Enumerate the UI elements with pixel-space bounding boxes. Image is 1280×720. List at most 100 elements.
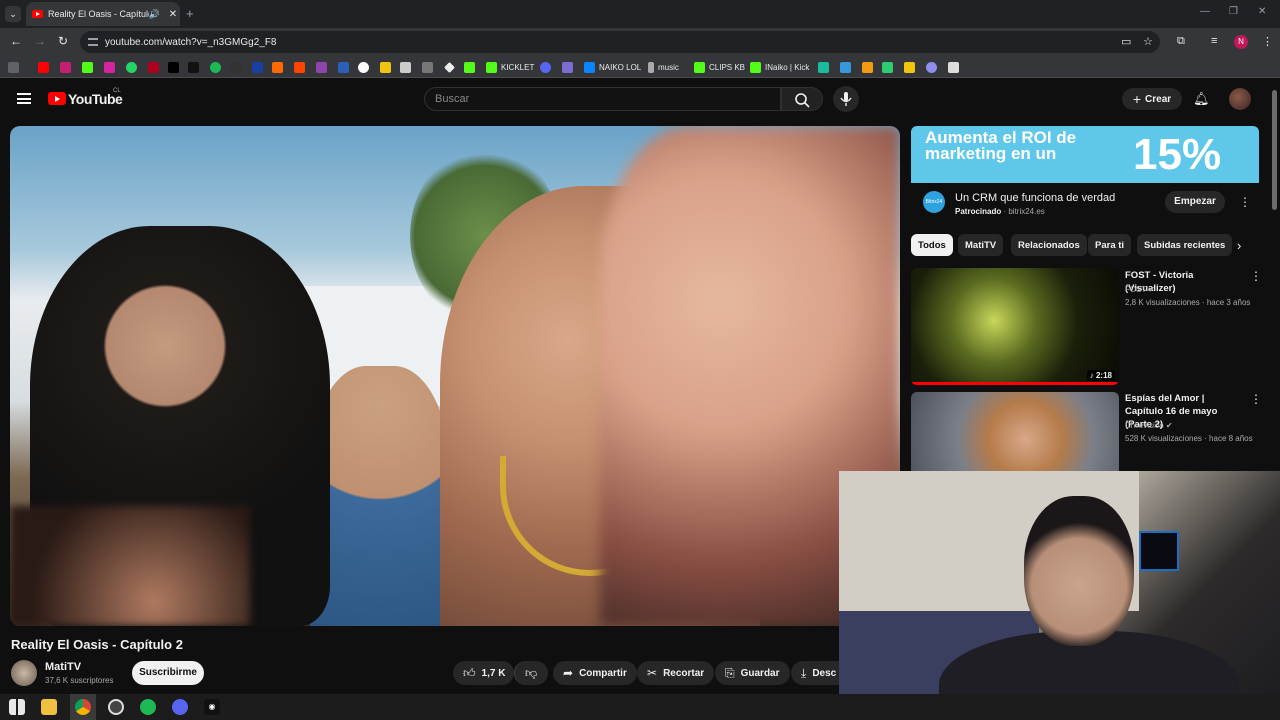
- ad-cta-button[interactable]: Empezar: [1165, 191, 1225, 213]
- browser-tab-active[interactable]: Reality El Oasis - Capítulo 2 🔊 ✕: [26, 2, 180, 26]
- recommendation-channel[interactable]: Chilevisión ✔︎: [1125, 421, 1173, 430]
- search-input[interactable]: Buscar: [424, 87, 781, 111]
- bookmark-youtube-icon[interactable]: [38, 60, 53, 74]
- cast-icon[interactable]: ▭: [1121, 35, 1131, 48]
- chevron-right-icon[interactable]: ›: [1237, 238, 1241, 253]
- bookmark-discord-icon[interactable]: [540, 60, 555, 74]
- create-button[interactable]: + Crear: [1122, 88, 1182, 110]
- chip-subidas-recientes[interactable]: Subidas recientes: [1137, 234, 1233, 256]
- back-icon[interactable]: ←: [10, 34, 22, 48]
- chrome-menu-icon[interactable]: ⋮: [1262, 35, 1273, 48]
- webcam-overlay: [839, 471, 1280, 720]
- bookmark-shield-icon[interactable]: [562, 60, 577, 74]
- reload-icon[interactable]: ↻: [58, 34, 68, 48]
- recommendation-thumbnail[interactable]: [911, 392, 1119, 471]
- bookmark-spiral-icon[interactable]: [926, 60, 941, 74]
- spotify-icon[interactable]: [140, 699, 156, 715]
- share-button[interactable]: ➦ Compartir: [553, 661, 637, 685]
- notifications-bell-icon[interactable]: 🔔︎: [1193, 91, 1210, 107]
- bookmark-twitch-icon[interactable]: [60, 60, 75, 74]
- bookmark-tiktok-icon[interactable]: [188, 60, 203, 74]
- bookmark-whatsapp-icon[interactable]: [126, 60, 141, 74]
- apps-icon[interactable]: [8, 60, 23, 74]
- chip-matitv[interactable]: MatiTV: [958, 234, 1004, 256]
- more-actions-icon[interactable]: ⋮: [1250, 392, 1262, 406]
- bookmark-green-icon[interactable]: [464, 60, 479, 74]
- chip-todos[interactable]: Todos: [911, 234, 953, 256]
- profile-avatar[interactable]: N: [1234, 35, 1248, 49]
- app-icon[interactable]: [108, 699, 124, 715]
- youtube-logo-icon[interactable]: [48, 92, 66, 105]
- bookmark-circle-icon[interactable]: [358, 60, 373, 74]
- file-explorer-icon[interactable]: [41, 699, 57, 715]
- forward-icon[interactable]: →: [34, 34, 46, 48]
- subscribe-button[interactable]: Suscribirme: [132, 661, 204, 685]
- ad-banner[interactable]: Aumenta el ROI de marketing en un 15%: [911, 126, 1259, 183]
- menu-icon[interactable]: [17, 93, 31, 104]
- obs-icon[interactable]: ◉: [204, 699, 220, 715]
- bookmark-clips-kb[interactable]: CLIPS KB: [694, 60, 745, 74]
- bookmark-s-icon[interactable]: [230, 60, 245, 74]
- more-actions-icon[interactable]: ⋮: [1250, 269, 1262, 283]
- bookmark-orange-icon[interactable]: [272, 60, 287, 74]
- bookmark-u-icon[interactable]: [904, 60, 919, 74]
- bookmark-kicklet[interactable]: KICKLET: [486, 60, 534, 74]
- bookmark-search-icon[interactable]: [338, 60, 353, 74]
- ad-more-icon[interactable]: ⋮: [1239, 195, 1251, 209]
- windows-start-icon[interactable]: [9, 699, 25, 715]
- chrome-icon[interactable]: [75, 699, 91, 715]
- bookmark-greenbox-icon[interactable]: [882, 60, 897, 74]
- media-control-icon[interactable]: ≡: [1211, 35, 1217, 47]
- bookmark-naiko-kick[interactable]: INaiko | Kick: [750, 60, 809, 74]
- bookmark-cat-icon[interactable]: [400, 60, 415, 74]
- tab-search-icon[interactable]: ⌄: [5, 6, 21, 22]
- bookmark-spotify-icon[interactable]: [210, 60, 225, 74]
- site-info-icon[interactable]: [88, 38, 98, 46]
- chip-relacionados[interactable]: Relacionados: [1011, 234, 1087, 256]
- bookmark-naiko-lol[interactable]: NAIKO LOL: [584, 60, 641, 74]
- video-player[interactable]: [10, 126, 900, 626]
- bookmark-kick-icon[interactable]: [82, 60, 97, 74]
- bookmark-purple-icon[interactable]: [316, 60, 331, 74]
- maximize-icon[interactable]: ❐: [1229, 6, 1238, 17]
- bookmark-teal-icon[interactable]: [818, 60, 833, 74]
- voice-search-button[interactable]: [833, 86, 859, 112]
- bookmark-blue-icon[interactable]: [252, 60, 267, 74]
- extensions-icon[interactable]: ⧉: [1177, 35, 1185, 48]
- bookmark-star-icon[interactable]: ☆: [1143, 35, 1153, 48]
- user-avatar[interactable]: [1229, 88, 1251, 110]
- bookmark-orange2-icon[interactable]: [294, 60, 309, 74]
- page-scrollbar[interactable]: [1272, 90, 1277, 210]
- channel-avatar[interactable]: [11, 660, 37, 686]
- tab-close-icon[interactable]: ✕: [166, 9, 180, 20]
- bookmark-diamond-icon[interactable]: [444, 60, 459, 74]
- new-tab-button[interactable]: +: [186, 6, 194, 21]
- bookmark-instagram-icon[interactable]: [104, 60, 119, 74]
- bookmark-music[interactable]: music: [648, 60, 679, 74]
- minimize-icon[interactable]: —: [1200, 6, 1210, 17]
- bookmark-white-icon[interactable]: [948, 60, 963, 74]
- url-field[interactable]: youtube.com/watch?v=_n3GMGg2_F8: [80, 31, 1160, 53]
- recommendation-thumbnail[interactable]: ♪ 2:18: [911, 268, 1119, 385]
- search-button[interactable]: [781, 87, 823, 111]
- recommendation-channel[interactable]: FOST ✔︎: [1125, 285, 1155, 294]
- bookmark-bars-icon[interactable]: [840, 60, 855, 74]
- download-button[interactable]: ⤓ Desc: [791, 661, 841, 685]
- bookmark-yellow-icon[interactable]: [380, 60, 395, 74]
- channel-name[interactable]: MatiTV: [45, 661, 81, 673]
- ad-title[interactable]: Un CRM que funciona de verdad: [955, 192, 1115, 204]
- bookmark-gray-icon[interactable]: [422, 60, 437, 74]
- bookmark-y-icon[interactable]: [862, 60, 877, 74]
- discord-icon[interactable]: [172, 699, 188, 715]
- clip-button[interactable]: ✂ Recortar: [637, 661, 715, 685]
- bookmark-x-icon[interactable]: [168, 60, 183, 74]
- bookmark-red-icon[interactable]: [148, 60, 163, 74]
- tab-audio-icon[interactable]: 🔊: [149, 9, 160, 20]
- video-frame-foreground: [10, 506, 250, 626]
- close-window-icon[interactable]: ✕: [1258, 6, 1266, 17]
- like-button[interactable]: 👍︎ 1,7 K: [453, 661, 514, 685]
- chip-para-ti[interactable]: Para ti: [1088, 234, 1132, 256]
- save-button[interactable]: ⎘ Guardar: [715, 661, 790, 685]
- ad-card[interactable]: Bitrix24 Un CRM que funciona de verdad P…: [911, 183, 1259, 225]
- dislike-button[interactable]: 👎︎: [514, 661, 548, 685]
